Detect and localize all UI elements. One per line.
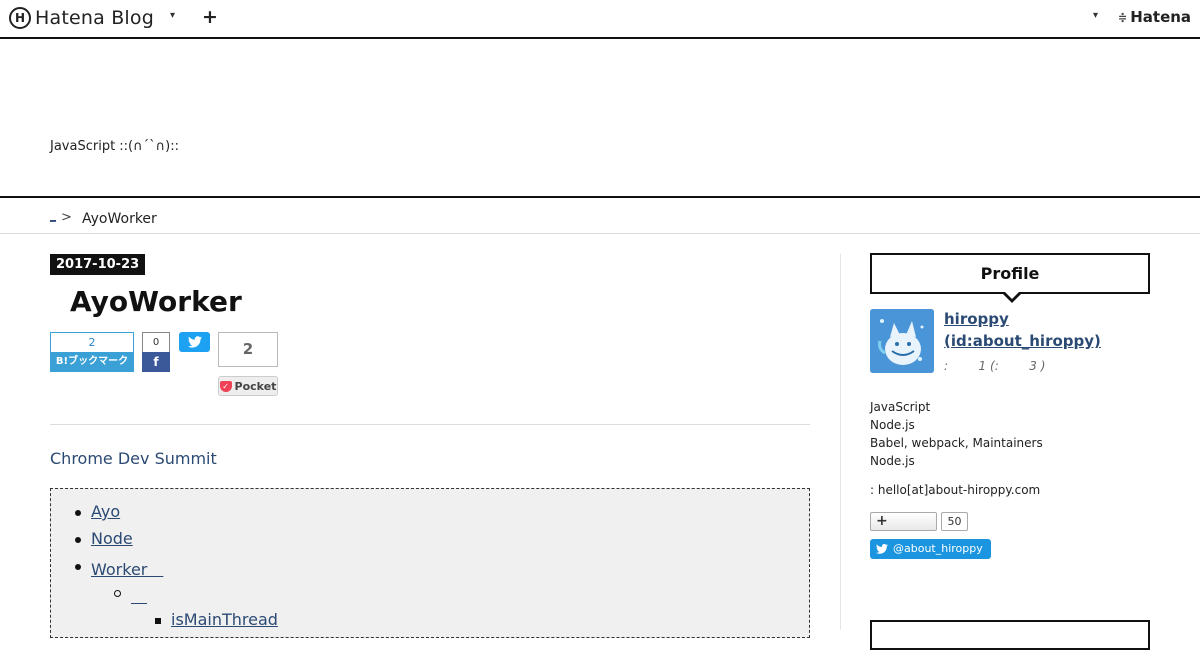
account-menu-chevron-icon[interactable]: ▾ [1093,10,1098,21]
profile-description-line: Node.js [870,454,915,468]
pocket-button[interactable]: 2 ✓ Pocket [218,332,278,396]
breadcrumb: _ > AyoWorker [0,198,1200,234]
hatena-blog-logo-icon: H [9,7,31,29]
profile-description-line: JavaScript [870,400,931,414]
twitter-follow-button[interactable]: @about_hiroppy [870,539,991,559]
facebook-icon: f [142,352,170,372]
profile-description-line: Babel, webpack, Maintainers [870,436,1043,450]
hatena-bookmark-label: B!ブックマーク [50,352,134,372]
hatena-logo[interactable]: ≑ Hatena [1118,8,1191,26]
hatena-blog-logo[interactable]: H Hatena Blog [9,6,154,30]
toc-item[interactable]: isMainThread [171,610,278,629]
chevron-down-icon[interactable]: ▾ [170,10,175,21]
sidebar-divider [840,254,841,630]
avatar[interactable] [870,309,934,373]
chrome-dev-summit-link[interactable]: Chrome Dev Summit [50,449,217,468]
follow-button[interactable]: + [870,512,937,531]
global-header: H Hatena Blog ▾ + ▾ ≑ Hatena [0,0,1200,39]
add-icon[interactable]: + [202,5,218,29]
hatena-bookmark-count: 2 [50,332,134,352]
blog-title-area: JavaScript ::(∩´`∩):: [0,39,1200,198]
pocket-count: 2 [218,332,278,367]
profile-name: hiroppy [944,310,1009,328]
hatena-bookmark-button[interactable]: 2 B!ブックマーク [50,332,134,372]
avatar-image [870,309,934,373]
profile-heading: Profile [870,253,1150,303]
facebook-share-count: 0 [142,332,170,352]
profile-contact: : hello[at]about-hiroppy.com [870,483,1041,497]
hatena-logo-text: Hatena [1130,8,1192,26]
divider [50,424,810,425]
breadcrumb-current: AyoWorker [82,211,157,227]
toc-item[interactable]: Worker [91,556,163,580]
entry-title[interactable]: AyoWorker [70,285,242,318]
blog-description: JavaScript ::(∩´`∩):: [50,139,179,154]
toc-bullet [75,537,81,543]
profile-name-link[interactable]: hiroppy (id:about_hiroppy) [944,308,1144,352]
pocket-label-text: Pocket [234,379,277,393]
twitter-bird-icon [187,336,202,348]
toc-item[interactable] [131,583,147,607]
twitter-handle: @about_hiroppy [893,542,983,555]
breadcrumb-separator: > [61,210,72,225]
pocket-label: ✓ Pocket [218,376,278,396]
toc-bullet [75,510,81,516]
hatena-blog-logo-text: Hatena Blog [35,7,154,29]
twitter-bird-icon [876,544,888,554]
toc-item[interactable]: Ayo [91,502,120,521]
toc-bullet-subsub [155,618,161,624]
profile-heading-text: Profile [980,264,1040,283]
breadcrumb-home-link[interactable]: _ [50,208,56,222]
heading-pointer-inner [1004,291,1020,299]
next-sidebar-module [870,620,1150,650]
profile-description-line: Node.js [870,418,915,432]
profile-id: (id:about_hiroppy) [944,332,1101,350]
share-buttons: 2 B!ブックマーク 0 f 2 ✓ Pocket [50,332,810,396]
table-of-contents: Ayo Node Worker isMainThread [50,488,810,638]
pocket-icon: ✓ [219,380,232,392]
profile-description: JavaScript Node.js Babel, webpack, Maint… [870,398,1043,470]
hatena-mark-icon: ≑ [1118,10,1128,24]
toc-link-node[interactable]: Node [91,529,133,548]
toc-link-sub[interactable] [131,587,147,606]
toc-link-ismainthread[interactable]: isMainThread [171,610,278,629]
toc-link-worker[interactable]: Worker [91,560,163,579]
profile-meta: : 1 (: 3 ) [944,359,1046,373]
toc-bullet-sub [114,590,121,597]
toc-item[interactable]: Node [91,529,133,548]
plus-icon: + [876,513,888,529]
follow-count: 50 [941,512,968,531]
facebook-share-button[interactable]: 0 f [142,332,170,372]
toc-bullet [75,564,81,570]
twitter-share-button[interactable] [179,332,210,352]
entry-date[interactable]: 2017-10-23 [50,254,146,275]
toc-link-ayo[interactable]: Ayo [91,502,120,521]
